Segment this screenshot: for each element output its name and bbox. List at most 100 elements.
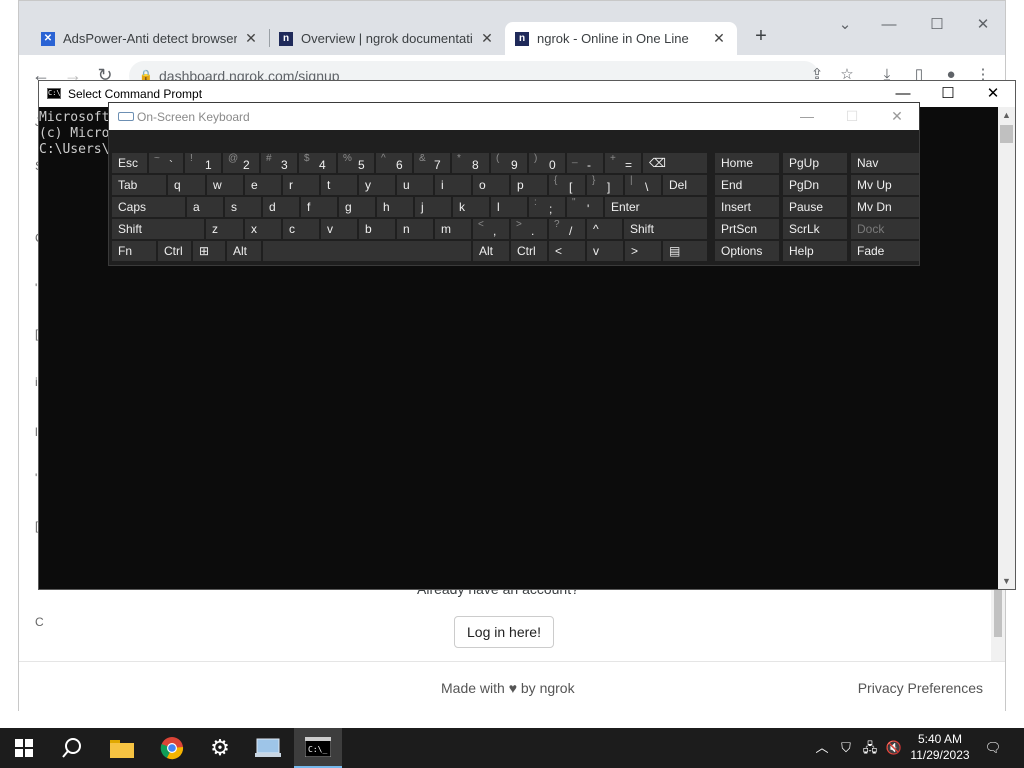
key-8[interactable]: * 8 (452, 153, 489, 173)
key-fn[interactable]: Fn (112, 241, 156, 261)
key-1[interactable]: ! 1 (185, 153, 221, 173)
key-scrlk[interactable]: ScrLk (783, 219, 847, 239)
key-p[interactable]: p (511, 175, 547, 195)
key-pause[interactable]: Pause (783, 197, 847, 217)
key-x[interactable]: x (245, 219, 281, 239)
new-tab-button[interactable]: + (749, 25, 773, 49)
key-pgup[interactable]: PgUp (783, 153, 847, 173)
key-down-arrow[interactable]: v (321, 219, 357, 239)
cmd-scrollbar[interactable]: ▲ ▼ (998, 107, 1015, 589)
login-button[interactable]: Log in here! (454, 616, 554, 648)
key-j[interactable]: j (415, 197, 451, 217)
key-tab[interactable]: Tab (112, 175, 166, 195)
key-prtscn[interactable]: PrtScn (715, 219, 779, 239)
key-z[interactable]: z (206, 219, 243, 239)
key-u[interactable]: u (397, 175, 433, 195)
key-options[interactable]: Options (715, 241, 779, 261)
key-caps-lock[interactable]: Caps (112, 197, 185, 217)
key-home[interactable]: Home (715, 153, 779, 173)
key-s[interactable]: s (225, 197, 261, 217)
key-=[interactable]: + = (605, 153, 641, 173)
key-'[interactable]: " ' (567, 197, 603, 217)
on-screen-keyboard-window[interactable]: On-Screen Keyboard — ☐ ✕ Esc ~ `! 1 @2 #3 $4% 5… (108, 102, 920, 266)
key-mv-up[interactable]: Mv Up (851, 175, 919, 195)
close-icon[interactable]: ✕ (973, 83, 1013, 105)
key-esc[interactable]: Esc (112, 153, 147, 173)
chrome-icon[interactable] (148, 728, 196, 768)
key-menu[interactable]: ▤ (663, 241, 707, 261)
key-fade[interactable]: Fade (851, 241, 919, 261)
key-help[interactable]: Help (783, 241, 847, 261)
notifications-icon[interactable]: 🗨 (980, 728, 1006, 768)
search-icon[interactable] (48, 728, 96, 768)
system-clock[interactable]: 5:40 AM 11/29/2023 (905, 731, 975, 763)
key-up-arrow[interactable]: ^ (587, 219, 622, 239)
close-icon[interactable]: ✕ (963, 13, 1003, 37)
tab-ngrok-active[interactable]: n ngrok - Online in One Line ✕ (505, 22, 737, 55)
volume-muted-icon[interactable]: 🔇 (884, 728, 904, 768)
command-prompt-icon[interactable]: C:\_ (294, 728, 342, 768)
cmd-output[interactable]: Microsoft (c) Micro C:\Users\ (39, 110, 109, 158)
key-.[interactable]: >. (511, 219, 547, 239)
key-left-arrow[interactable]: < (549, 241, 585, 261)
key-7[interactable]: & 7 (414, 153, 450, 173)
key-windows[interactable]: ⊞ (193, 241, 225, 261)
key-3[interactable]: #3 (261, 153, 297, 173)
key-ctrl[interactable]: Ctrl (158, 241, 191, 261)
key--[interactable]: _ - (567, 153, 603, 173)
osk-titlebar[interactable]: On-Screen Keyboard — ☐ ✕ (109, 103, 919, 130)
scroll-up-icon[interactable]: ▲ (998, 107, 1015, 123)
key-backspace[interactable]: ⌫ (643, 153, 707, 173)
key-,[interactable]: <, (473, 219, 509, 239)
key-b[interactable]: b (359, 219, 395, 239)
key-space[interactable] (263, 241, 471, 261)
cmd-scrollbar-thumb[interactable] (1000, 125, 1013, 143)
tab-search-icon[interactable]: ⌄ (825, 13, 865, 37)
key-pgdn[interactable]: PgDn (783, 175, 847, 195)
key-d[interactable]: d (263, 197, 299, 217)
key-mv-dn[interactable]: Mv Dn (851, 197, 919, 217)
key-l[interactable]: l (491, 197, 527, 217)
key-shift[interactable]: Shift (112, 219, 204, 239)
key-2[interactable]: @2 (223, 153, 259, 173)
key-ctrl[interactable]: Ctrl (511, 241, 547, 261)
key-nav[interactable]: Nav (851, 153, 919, 173)
close-icon[interactable]: ✕ (877, 105, 917, 127)
minimize-icon[interactable]: — (787, 105, 827, 127)
show-hidden-icons-icon[interactable]: ︿ (814, 728, 830, 768)
key-[[interactable]: {[ (549, 175, 585, 195)
close-tab-icon[interactable]: ✕ (243, 30, 259, 47)
key-delete[interactable]: Del (663, 175, 707, 195)
key-q[interactable]: q (168, 175, 205, 195)
key-a[interactable]: a (187, 197, 223, 217)
key-alt[interactable]: Alt (227, 241, 261, 261)
key-\[interactable]: | \ (625, 175, 661, 195)
key-right-arrow[interactable]: > (625, 241, 661, 261)
key-6[interactable]: ^ 6 (376, 153, 412, 173)
privacy-preferences-link[interactable]: Privacy Preferences (858, 680, 983, 696)
key-0[interactable]: ) 0 (529, 153, 565, 173)
key-n[interactable]: n (397, 219, 433, 239)
key-c[interactable]: c (283, 219, 319, 239)
scroll-down-icon[interactable]: ▼ (998, 573, 1015, 589)
key-end[interactable]: End (715, 175, 779, 195)
network-tray-icon[interactable]: 🖧 (860, 728, 880, 768)
key-h[interactable]: h (377, 197, 413, 217)
file-explorer-icon[interactable] (98, 728, 146, 768)
network-app-icon[interactable] (244, 728, 292, 768)
key-i[interactable]: i (435, 175, 471, 195)
key-g[interactable]: g (339, 197, 375, 217)
key-m[interactable]: m (435, 219, 471, 239)
minimize-icon[interactable]: — (869, 13, 909, 37)
key-5[interactable]: % 5 (338, 153, 374, 173)
security-tray-icon[interactable]: ⛉ (836, 728, 856, 768)
key-insert[interactable]: Insert (715, 197, 779, 217)
key-down-arrow[interactable]: v (587, 241, 623, 261)
key-9[interactable]: (9 (491, 153, 527, 173)
key-w[interactable]: w (207, 175, 243, 195)
maximize-icon[interactable]: ☐ (928, 83, 968, 105)
tab-ngrok-docs[interactable]: n Overview | ngrok documentatio ✕ (269, 22, 505, 55)
key-alt[interactable]: Alt (473, 241, 509, 261)
close-tab-icon[interactable]: ✕ (479, 30, 495, 47)
key-k[interactable]: k (453, 197, 489, 217)
